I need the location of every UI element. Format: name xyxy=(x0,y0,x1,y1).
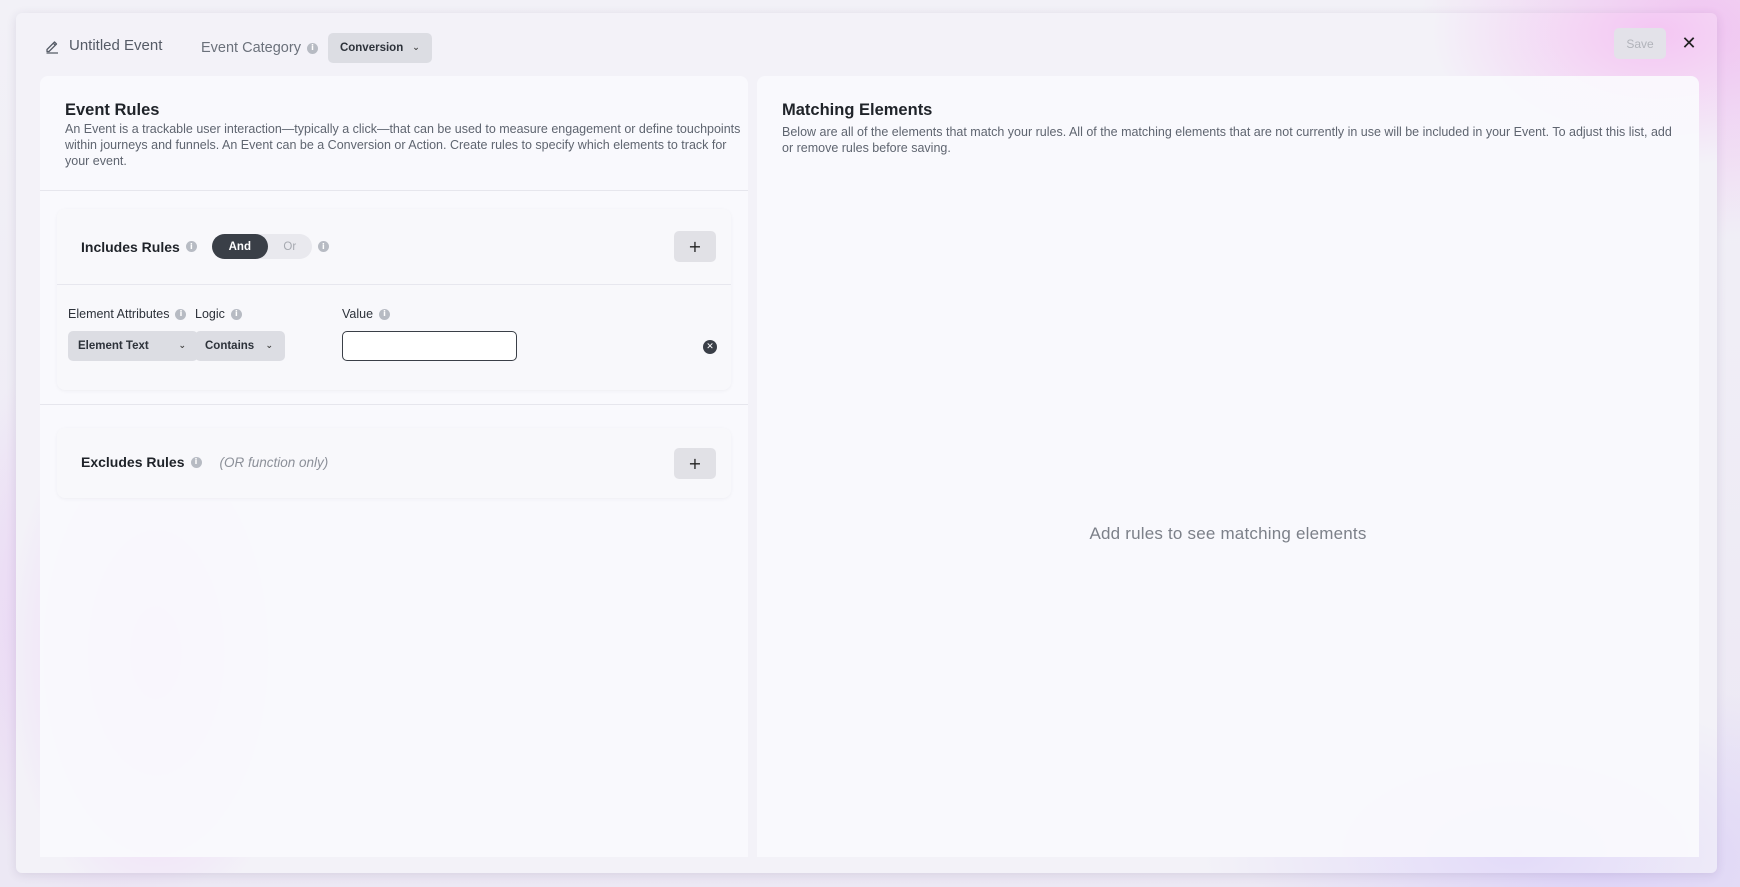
value-label-text: Value xyxy=(342,307,374,321)
event-rules-panel: Event Rules An Event is a trackable user… xyxy=(40,76,748,857)
info-icon[interactable]: i xyxy=(317,241,329,252)
matching-elements-title: Matching Elements xyxy=(782,101,933,119)
info-icon[interactable]: i xyxy=(185,241,197,252)
chevron-down-icon: ⌄ xyxy=(265,341,273,351)
matching-elements-description: Below are all of the elements that match… xyxy=(782,125,1672,155)
event-category-select[interactable]: Conversion ⌄ xyxy=(327,33,432,63)
plus-icon: + xyxy=(688,237,702,256)
and-or-toggle[interactable]: And Or xyxy=(211,234,312,259)
event-title[interactable]: Untitled Event xyxy=(69,37,162,54)
excludes-rules-row: Excludes Rules i (OR function only) xyxy=(81,454,731,470)
logic-label-text: Logic xyxy=(195,307,225,321)
matching-elements-panel: Matching Elements Below are all of the e… xyxy=(757,76,1699,857)
info-icon[interactable]: i xyxy=(230,308,242,320)
includes-rules-row: Includes Rules i And Or i xyxy=(81,234,731,259)
includes-rules-label: Includes Rules xyxy=(81,238,180,255)
event-rules-title: Event Rules xyxy=(65,101,160,119)
chevron-down-icon: ⌄ xyxy=(412,43,420,53)
add-include-rule-button[interactable]: + xyxy=(674,231,716,262)
or-function-note: (OR function only) xyxy=(219,454,329,470)
modal-header: Untitled Event Event Category i Conversi… xyxy=(16,13,1717,75)
element-attributes-label-text: Element Attributes xyxy=(68,307,170,321)
pencil-icon[interactable] xyxy=(44,38,60,54)
info-icon[interactable]: i xyxy=(175,308,187,320)
info-icon[interactable]: i xyxy=(379,308,391,320)
value-input[interactable] xyxy=(342,331,517,361)
element-attributes-label: Element Attributes i xyxy=(68,307,187,321)
event-category-label: Event Category xyxy=(201,40,301,56)
toggle-and[interactable]: And xyxy=(211,234,268,259)
logic-select[interactable]: Contains ⌄ xyxy=(195,331,285,361)
event-title-group[interactable]: Untitled Event xyxy=(44,37,162,54)
event-rules-header: Event Rules An Event is a trackable user… xyxy=(65,101,741,169)
value-label: Value i xyxy=(342,307,391,321)
excludes-rules-card: Excludes Rules i (OR function only) + xyxy=(57,428,731,498)
event-category-group: Event Category i Conversion ⌄ xyxy=(201,33,432,63)
event-category-value: Conversion xyxy=(339,42,404,54)
logic-label: Logic i xyxy=(195,307,242,321)
info-icon[interactable]: i xyxy=(190,456,202,468)
logic-value: Contains xyxy=(205,340,255,352)
element-attributes-select[interactable]: Element Text ⌄ xyxy=(68,331,198,361)
info-icon[interactable]: i xyxy=(306,42,318,54)
element-attributes-value: Element Text xyxy=(78,340,149,352)
event-editor-modal: Untitled Event Event Category i Conversi… xyxy=(16,13,1717,873)
divider xyxy=(40,190,748,191)
empty-state-message: Add rules to see matching elements xyxy=(1089,524,1367,543)
divider xyxy=(57,284,731,285)
add-exclude-rule-button[interactable]: + xyxy=(674,448,716,479)
toggle-or[interactable]: Or xyxy=(268,234,312,259)
divider xyxy=(40,404,748,405)
save-button[interactable]: Save xyxy=(1614,28,1666,59)
excludes-rules-label: Excludes Rules xyxy=(81,454,185,470)
includes-rules-card: Includes Rules i And Or i + Element Attr… xyxy=(57,209,731,390)
close-icon[interactable]: ✕ xyxy=(1679,33,1699,54)
event-rules-description: An Event is a trackable user interaction… xyxy=(65,122,741,168)
plus-icon: + xyxy=(688,454,702,473)
matching-elements-header: Matching Elements Below are all of the e… xyxy=(782,101,1672,156)
chevron-down-icon: ⌄ xyxy=(178,341,186,351)
remove-rule-icon[interactable]: ✕ xyxy=(703,340,717,354)
